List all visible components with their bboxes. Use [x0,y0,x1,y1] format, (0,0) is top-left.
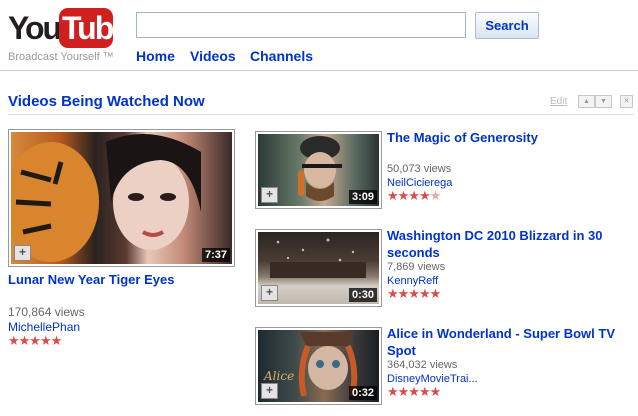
featured-rating-stars: ★★★★★ [8,333,62,348]
video-rating-stars: ★★★★★ [387,188,441,203]
duration-badge: 7:37 [201,248,230,262]
video-title[interactable]: The Magic of Generosity [387,129,627,146]
video-thumbnail[interactable]: + 3:09 [255,131,382,209]
video-view-count: 50,073 views [387,163,452,175]
duration-badge: 0:30 [348,288,377,302]
header-divider [0,70,638,71]
move-down-icon[interactable]: ▼ [595,95,612,108]
add-to-queue-icon[interactable]: + [14,245,31,261]
video-thumbnail[interactable]: Alice + 0:32 [255,327,382,405]
nav-videos[interactable]: Videos [190,48,236,64]
search-input[interactable] [136,12,466,38]
featured-author-link[interactable]: MichellePhan [8,320,80,334]
duration-badge: 3:09 [348,190,377,204]
featured-view-count: 170,864 views [8,305,85,319]
edit-link[interactable]: Edit [550,96,567,107]
featured-thumbnail[interactable]: + 7:37 [8,129,235,267]
video-rating-stars: ★★★★★ [387,384,441,399]
video-thumbnail[interactable]: + 0:30 [255,229,382,307]
move-up-icon[interactable]: ▲ [578,95,595,108]
nav-channels[interactable]: Channels [250,48,313,64]
section-title: Videos Being Watched Now [8,93,205,110]
close-icon[interactable]: ✕ [620,95,633,108]
video-rating-stars: ★★★★★ [387,286,441,301]
svg-text:Alice: Alice [263,369,294,383]
tagline: Broadcast Yourself ™ [8,51,114,63]
add-to-queue-icon[interactable]: + [261,187,278,203]
video-view-count: 7,869 views [387,261,446,273]
tiger-image [11,134,201,262]
duration-badge: 0:32 [348,386,377,400]
search-button[interactable]: Search [475,12,539,39]
logo-you-text: You [8,10,62,46]
add-to-queue-icon[interactable]: + [261,285,278,301]
section-divider [8,114,634,115]
video-title[interactable]: Alice in Wonderland - Super Bowl TV Spot [387,325,627,359]
logo-tube-text: Tube [62,10,130,46]
video-title[interactable]: Washington DC 2010 Blizzard in 30 second… [387,227,627,261]
featured-video-title[interactable]: Lunar New Year Tiger Eyes [8,271,174,288]
add-to-queue-icon[interactable]: + [261,383,278,399]
nav-home[interactable]: Home [136,48,175,64]
logo-tube-badge: Tube [59,8,130,48]
video-view-count: 364,032 views [387,359,458,371]
